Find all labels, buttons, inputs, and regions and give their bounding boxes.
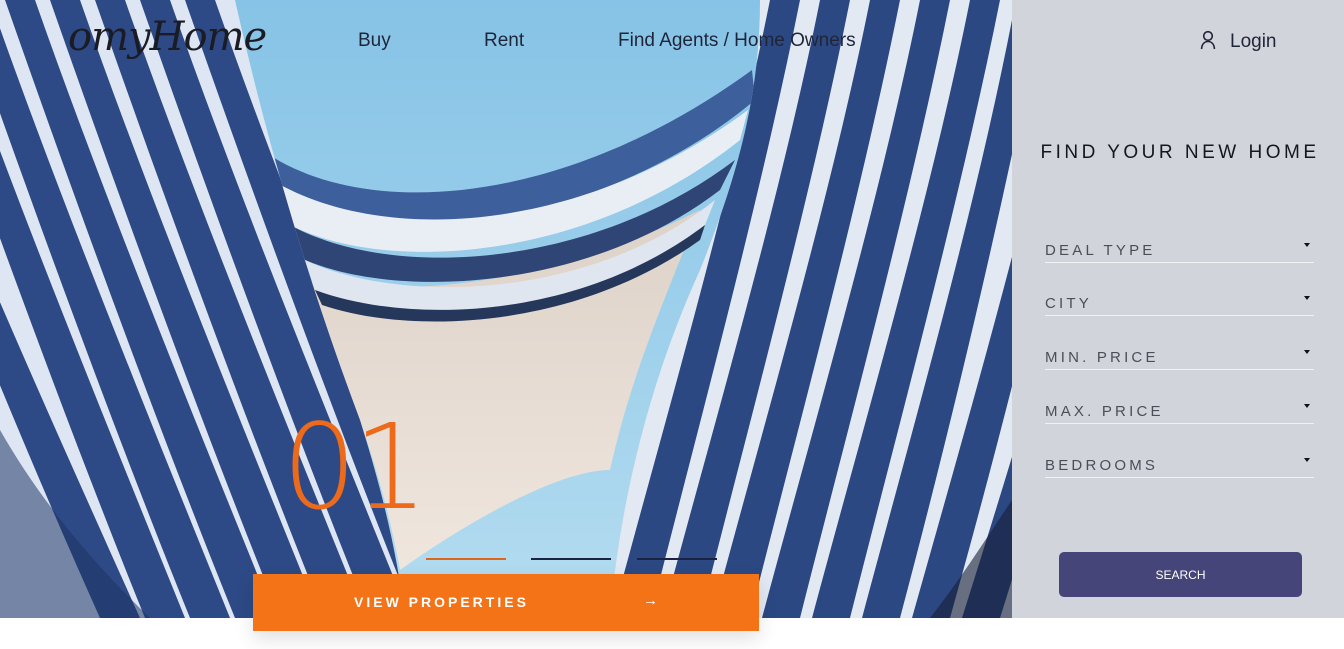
view-properties-label: VIEW PROPERTIES <box>354 594 529 610</box>
user-icon <box>1200 30 1216 54</box>
deal-type-select[interactable]: DEAL TYPE <box>1045 240 1314 263</box>
min-price-label: MIN. PRICE <box>1045 349 1159 366</box>
panel-title: FIND YOUR NEW HOME <box>1040 142 1320 163</box>
bedrooms-select[interactable]: BEDROOMS <box>1045 455 1314 478</box>
site-logo[interactable]: omyHome <box>68 14 267 60</box>
min-price-select[interactable]: MIN. PRICE <box>1045 347 1314 370</box>
city-select[interactable]: CITY <box>1045 293 1314 316</box>
nav-link-buy[interactable]: Buy <box>358 30 391 52</box>
login-link[interactable]: Login <box>1200 30 1277 54</box>
hero-building-image <box>0 0 1012 618</box>
caret-down-icon <box>1304 350 1310 354</box>
nav-link-find-agents[interactable]: Find Agents / Home Owners <box>618 30 856 52</box>
caret-down-icon <box>1304 404 1310 408</box>
view-properties-button[interactable]: VIEW PROPERTIES → <box>253 574 759 631</box>
max-price-label: MAX. PRICE <box>1045 403 1164 420</box>
city-label: CITY <box>1045 295 1092 312</box>
slide-indicator-1[interactable] <box>426 558 506 560</box>
nav-link-rent[interactable]: Rent <box>484 30 524 52</box>
caret-down-icon <box>1304 243 1310 247</box>
hero-section: omyHome Buy Rent Find Agents / Home Owne… <box>0 0 1012 618</box>
max-price-select[interactable]: MAX. PRICE <box>1045 401 1314 424</box>
slide-indicator-3[interactable] <box>637 558 717 560</box>
login-label: Login <box>1230 31 1277 52</box>
deal-type-label: DEAL TYPE <box>1045 242 1156 259</box>
search-button[interactable]: SEARCH <box>1059 552 1302 597</box>
slide-indicator-2[interactable] <box>531 558 611 560</box>
search-panel: Login FIND YOUR NEW HOME DEAL TYPE CITY … <box>1012 0 1344 618</box>
caret-down-icon <box>1304 458 1310 462</box>
caret-down-icon <box>1304 296 1310 300</box>
arrow-right-icon: → <box>643 592 658 609</box>
bedrooms-label: BEDROOMS <box>1045 457 1159 474</box>
slide-number: 01 <box>282 398 428 536</box>
